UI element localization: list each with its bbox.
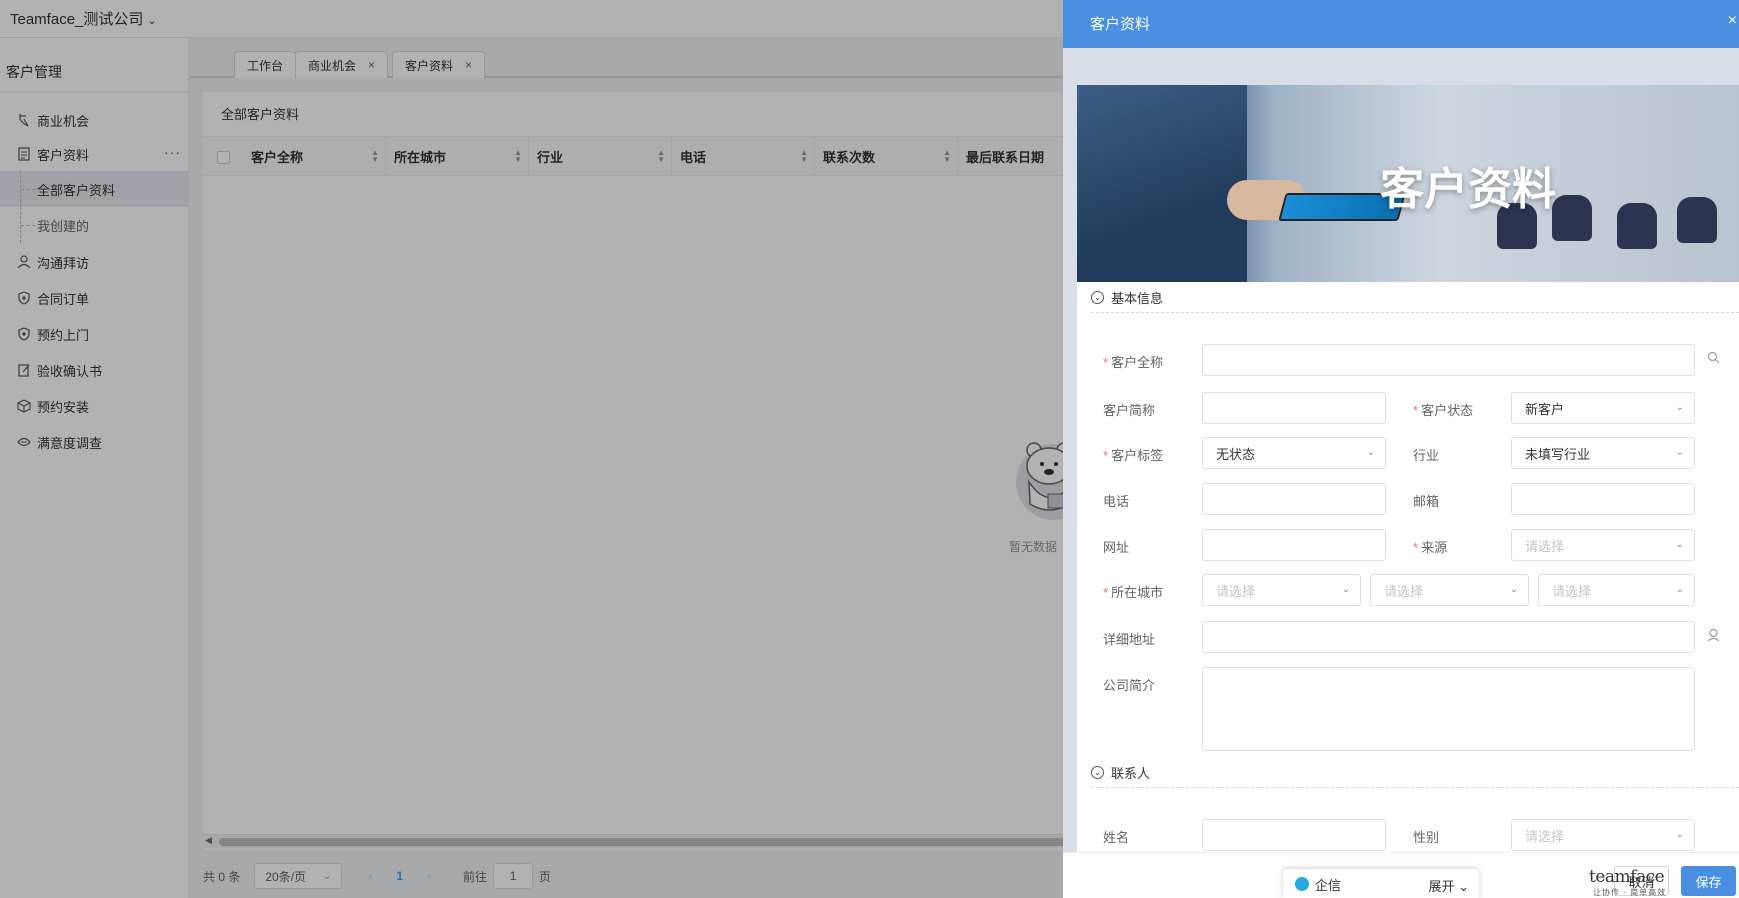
expand-label: 展开 (1428, 879, 1455, 894)
gender-select[interactable]: 请选择 ⌄ (1511, 819, 1695, 851)
label-short-name: 客户简称 (1103, 400, 1155, 419)
section-basic-info[interactable]: ⌄ 基本信息 (1091, 283, 1739, 313)
required-mark: * (1103, 585, 1109, 600)
field-label: 详细地址 (1103, 632, 1156, 647)
field-label: 来源 (1421, 540, 1448, 555)
industry-select[interactable]: 未填写行业 ⌄ (1511, 437, 1695, 469)
select-placeholder: 请选择 (1384, 583, 1424, 599)
city-select[interactable]: 请选择 ⌄ (1370, 574, 1529, 606)
customer-drawer: 客户资料 × 客户资料 ⌄ 基本信息 * 客户全称 客户简称 * 客户状态 新客户 ⌄… (1063, 0, 1739, 898)
select-placeholder: 请选择 (1552, 583, 1592, 599)
label-intro: 公司简介 (1103, 675, 1155, 694)
drawer-form: 客户资料 ⌄ 基本信息 * 客户全称 客户简称 * 客户状态 新客户 ⌄ * 客户标签 … (1063, 85, 1739, 852)
field-label: 所在城市 (1111, 585, 1164, 600)
label-email: 邮箱 (1413, 491, 1439, 510)
tag-select[interactable]: 无状态 ⌄ (1202, 437, 1386, 469)
website-input[interactable] (1202, 529, 1386, 561)
field-label: 客户状态 (1421, 403, 1474, 418)
field-label: 电话 (1103, 494, 1130, 509)
field-label: 客户全称 (1111, 355, 1164, 370)
save-button[interactable]: 保存 (1681, 866, 1736, 896)
banner-image: 客户资料 (1077, 85, 1739, 282)
label-full-name: * 客户全称 (1103, 352, 1163, 371)
field-label: 客户简称 (1103, 403, 1156, 418)
select-value: 新客户 (1525, 401, 1565, 417)
banner-title: 客户资料 (1380, 164, 1556, 215)
chat-label: 企信 (1315, 877, 1342, 893)
chevron-down-icon: ⌄ (1366, 447, 1375, 458)
address-input[interactable] (1202, 621, 1695, 653)
field-label: 行业 (1413, 448, 1440, 463)
chevron-down-icon: ⌄ (1675, 584, 1684, 595)
field-label: 性别 (1413, 830, 1440, 845)
label-phone: 电话 (1103, 491, 1129, 510)
contact-name-input[interactable] (1202, 819, 1386, 851)
select-value: 未填写行业 (1525, 446, 1591, 462)
district-select[interactable]: 请选择 ⌄ (1538, 574, 1695, 606)
chat-widget[interactable]: 企信 展开 ⌄ (1283, 869, 1479, 898)
phone-input[interactable] (1202, 483, 1386, 515)
chevron-down-icon: ⌄ (1341, 584, 1350, 595)
label-tag: * 客户标签 (1103, 445, 1163, 464)
full-name-input[interactable] (1202, 344, 1695, 376)
chevron-down-icon: ⌄ (1675, 539, 1684, 550)
status-select[interactable]: 新客户 ⌄ (1511, 392, 1695, 424)
label-website: 网址 (1103, 537, 1129, 556)
short-name-input[interactable] (1202, 392, 1386, 424)
select-placeholder: 请选择 (1525, 828, 1565, 844)
select-placeholder: 请选择 (1216, 583, 1256, 599)
close-icon[interactable]: × (1728, 12, 1737, 30)
field-label: 公司简介 (1103, 678, 1156, 693)
required-mark: * (1413, 540, 1419, 555)
label-status: * 客户状态 (1413, 400, 1473, 419)
chevron-down-icon: ⌄ (1675, 402, 1684, 413)
section-contact[interactable]: ⌄ 联系人 (1091, 758, 1739, 788)
drawer-spacer (1063, 48, 1739, 85)
section-title: 联系人 (1111, 766, 1151, 781)
drawer-title: 客户资料 (1090, 16, 1151, 33)
field-label: 客户标签 (1111, 448, 1164, 463)
email-input[interactable] (1511, 483, 1695, 515)
select-value: 无状态 (1216, 446, 1256, 462)
field-label: 网址 (1103, 540, 1130, 555)
field-label: 姓名 (1103, 830, 1130, 845)
section-title: 基本信息 (1111, 291, 1164, 306)
brand-logo: teamface (1589, 867, 1665, 887)
select-placeholder: 请选择 (1525, 538, 1565, 554)
field-label: 邮箱 (1413, 494, 1440, 509)
chevron-down-icon: ⌄ (1675, 829, 1684, 840)
location-icon[interactable] (1707, 628, 1720, 645)
required-mark: * (1103, 448, 1109, 463)
search-icon[interactable] (1707, 351, 1720, 367)
intro-textarea[interactable] (1202, 667, 1695, 751)
province-select[interactable]: 请选择 ⌄ (1202, 574, 1361, 606)
label-address: 详细地址 (1103, 629, 1155, 648)
drawer-header: 客户资料 × (1063, 0, 1739, 48)
source-select[interactable]: 请选择 ⌄ (1511, 529, 1695, 561)
collapse-icon[interactable]: ⌄ (1091, 291, 1104, 304)
chevron-down-icon: ⌄ (1675, 447, 1684, 458)
required-mark: * (1413, 403, 1419, 418)
expand-toggle[interactable]: 展开 ⌄ (1428, 876, 1469, 895)
brand-slogan: 让协作 · 简单高效 (1593, 888, 1667, 897)
label-gender: 性别 (1413, 827, 1439, 846)
label-contact-name: 姓名 (1103, 827, 1129, 846)
label-source: * 来源 (1413, 537, 1447, 556)
collapse-icon[interactable]: ⌄ (1091, 766, 1104, 779)
chat-icon (1295, 877, 1309, 891)
drawer-footer: 企信 展开 ⌄ 取消 teamface 让协作 · 简单高效 保存 (1063, 852, 1739, 898)
label-industry: 行业 (1413, 445, 1439, 464)
chevron-down-icon: ⌄ (1509, 584, 1518, 595)
label-city: * 所在城市 (1103, 582, 1163, 601)
required-mark: * (1103, 355, 1109, 370)
